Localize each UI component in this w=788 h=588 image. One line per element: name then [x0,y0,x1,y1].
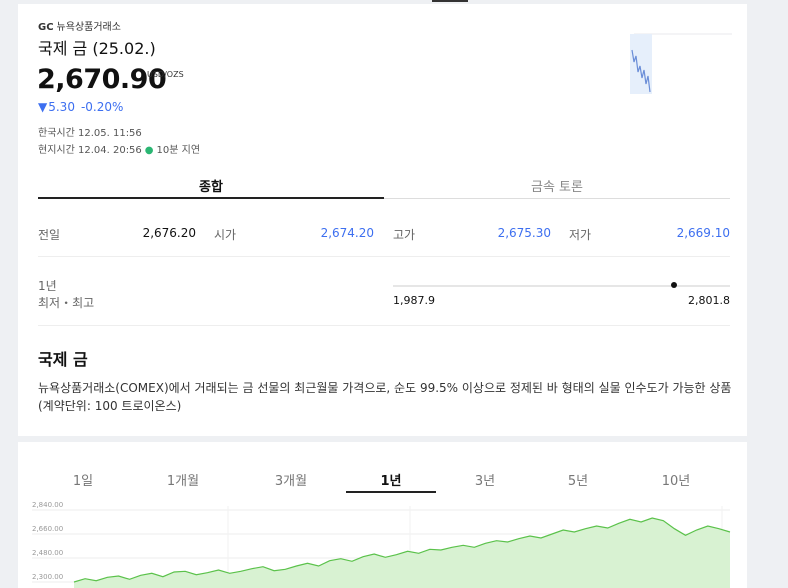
prev-close-value: 2,676.20 [142,226,196,240]
period-tab-1m[interactable]: 1개월 [138,470,228,489]
period-tab-underline [346,491,436,493]
mini-sparkline [630,33,732,94]
high-label: 고가 [393,228,416,242]
current-price: 2,670.90 [37,64,167,95]
y-tick-label: 2,300.00 [32,573,63,581]
period-tab-3y[interactable]: 3년 [440,470,530,489]
period-tab-3m[interactable]: 3개월 [246,470,336,489]
description-title: 국제 금 [38,350,88,369]
open-value: 2,674.20 [320,226,374,240]
divider [38,325,730,326]
year-range-marker [671,282,678,288]
y-tick-label: 2,840.00 [32,501,63,509]
high-value: 2,675.30 [497,226,551,240]
period-tab-10y[interactable]: 10년 [631,470,721,489]
price-chart: 2,840.00 2,660.00 2,480.00 2,300.00 [32,501,731,588]
y-tick-label: 2,480.00 [32,549,63,557]
period-tab-5y[interactable]: 5년 [533,470,623,489]
down-arrow-icon: ▼ [38,100,48,114]
tab-summary[interactable]: 종합 [38,176,384,195]
y-tick-label: 2,660.00 [32,525,63,533]
year-range-track [393,285,730,287]
low-value: 2,669.10 [676,226,730,240]
price-unit: USD/OZS [147,70,184,79]
period-tab-1d[interactable]: 1일 [38,470,128,489]
price-change: ▼5.30 -0.20% [38,100,124,114]
year-high-value: 2,801.8 [688,294,730,307]
chart-card: 2,840.00 2,660.00 2,480.00 2,300.00 [18,442,747,588]
low-label: 저가 [569,228,592,242]
description-text: 뉴욕상품거래소(COMEX)에서 거래되는 금 선물의 최근월물 가격으로, 순… [38,381,732,413]
kst-time: 한국시간 12.05. 11:56 [38,128,142,139]
divider [38,256,730,257]
tab-metal-discussion[interactable]: 금속 토론 [384,176,730,195]
tab-active-underline [38,197,384,199]
exchange-label: GC 뉴욕상품거래소 [38,22,121,33]
prev-close-label: 전일 [38,228,61,242]
year-range-label: 1년 최저・최고 [38,279,95,310]
tab-divider [384,198,730,199]
open-label: 시가 [214,228,237,242]
period-tab-1y[interactable]: 1년 [346,470,436,489]
year-low-value: 1,987.9 [393,294,435,307]
quote-card: GC 뉴욕상품거래소 국제 금 (25.02.) 2,670.90 USD/OZS… [18,4,747,436]
local-time: 현지시간 12.04. 20:56 ● 10분 지연 [38,145,201,156]
instrument-title: 국제 금 (25.02.) [38,39,156,58]
live-dot-icon: ● [144,145,154,156]
top-tab-indicator [432,0,468,2]
